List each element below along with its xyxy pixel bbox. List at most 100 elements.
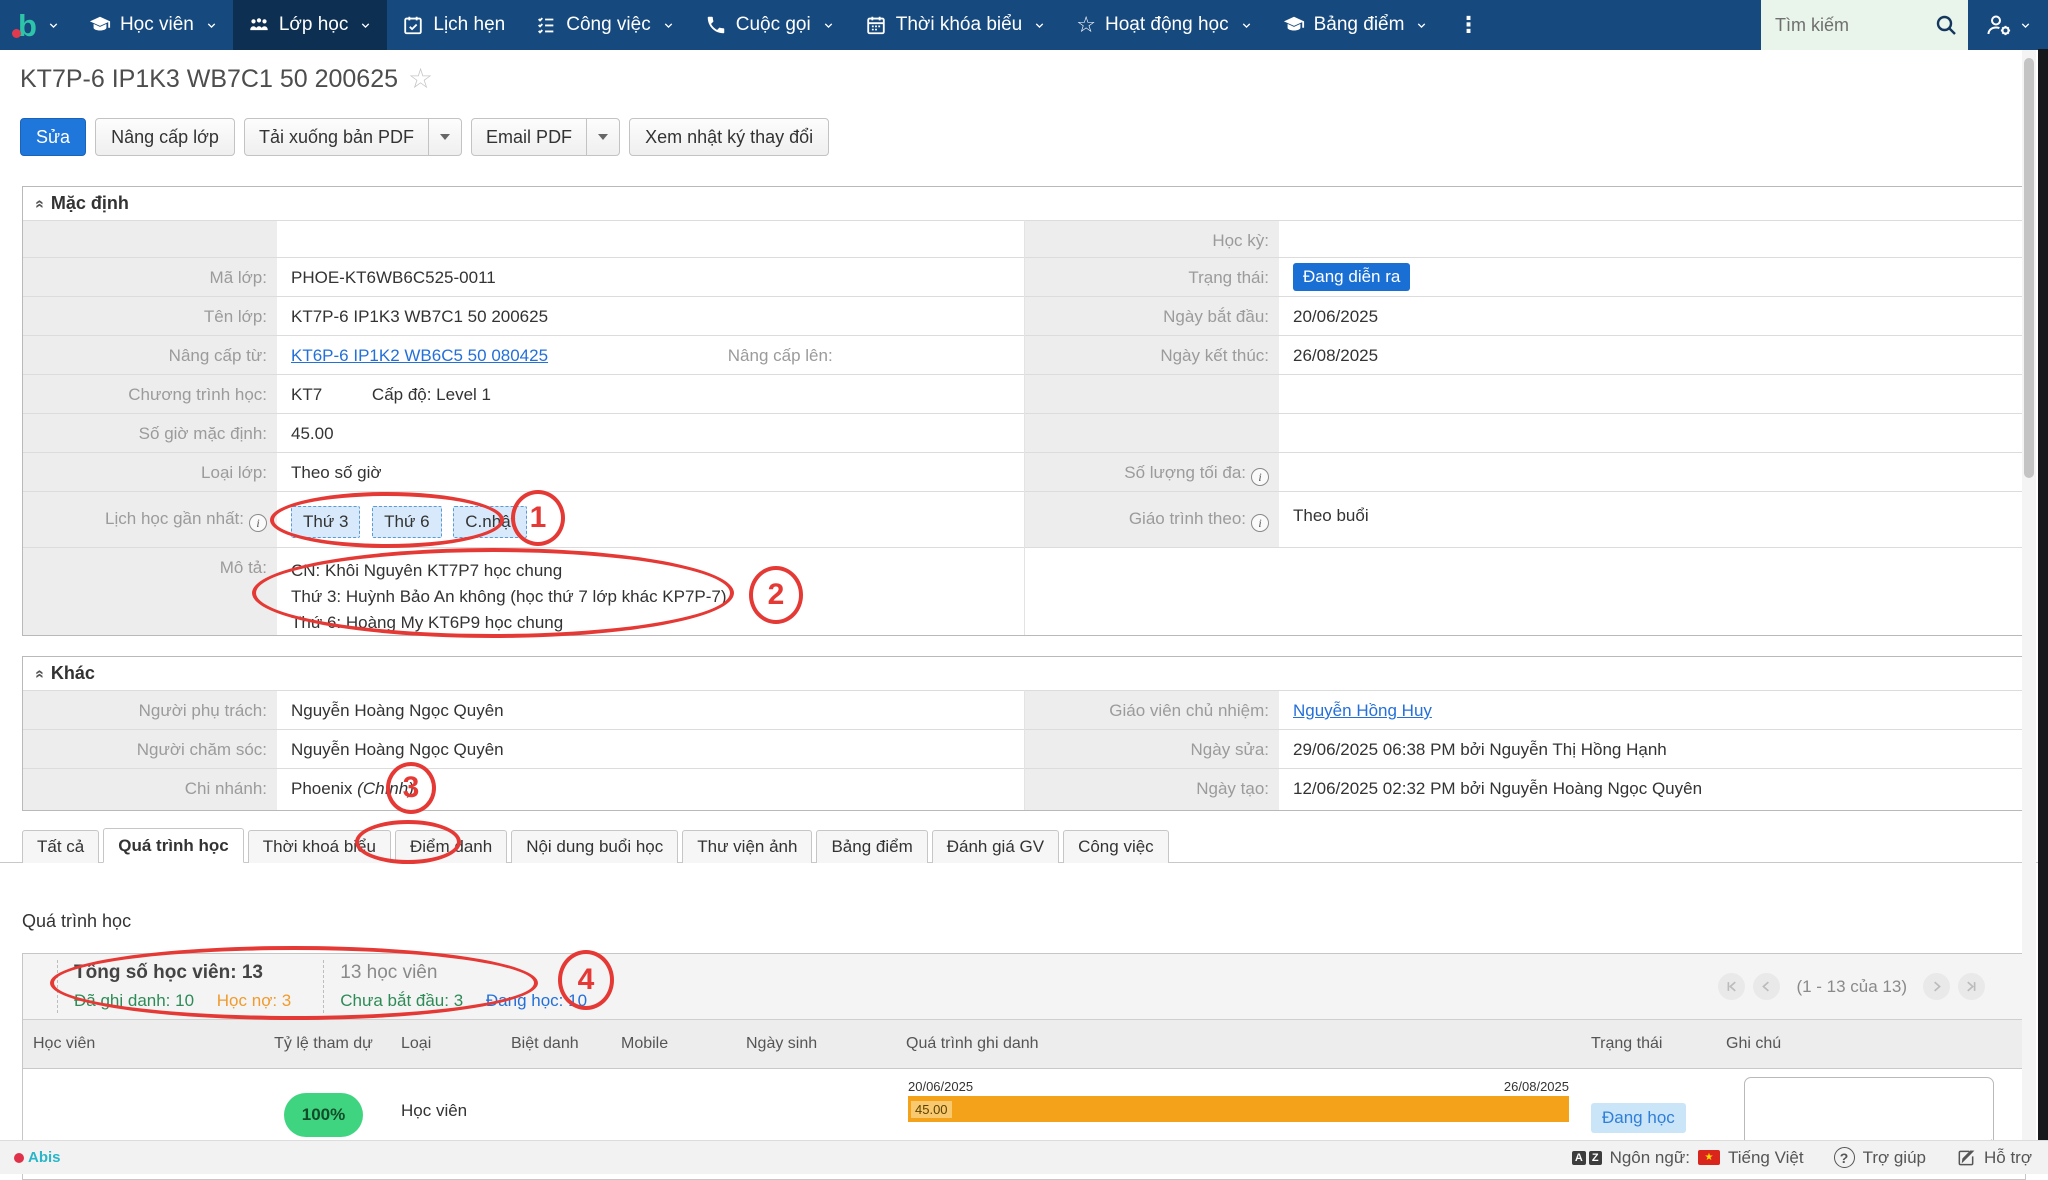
language-icon: Z <box>1589 1151 1602 1165</box>
field-row-max-qty: Số lượng tối đa: <box>1025 452 2025 491</box>
homeroom-teacher-link[interactable]: Nguyễn Hồng Huy <box>1293 701 1432 720</box>
download-pdf-split-button: Tải xuống bản PDF <box>244 118 462 156</box>
field-label: Ngày bắt đầu: <box>1025 297 1279 335</box>
footer-brand[interactable]: Abis <box>14 1149 61 1166</box>
app-logo[interactable]: b <box>0 0 74 50</box>
field-row-manager: Người phụ trách: Nguyễn Hoàng Ngọc Quyên <box>23 690 1024 729</box>
change-log-button[interactable]: Xem nhật ký thay đổi <box>629 118 829 156</box>
field-label: Giáo trình theo: <box>1025 492 1279 547</box>
schedule-day-badge: C.nhật <box>453 506 527 538</box>
scrollbar-thumb[interactable] <box>2024 58 2034 478</box>
tab-all[interactable]: Tất cả <box>22 830 99 863</box>
field-label: Giáo viên chủ nhiệm: <box>1025 691 1279 729</box>
schedule-day-badge: Thứ 6 <box>372 506 441 538</box>
edit-button[interactable]: Sửa <box>20 118 86 156</box>
prev-page-button[interactable] <box>1753 973 1780 1000</box>
first-page-button[interactable] <box>1718 973 1745 1000</box>
nav-item-classes[interactable]: Lớp học <box>233 0 388 50</box>
field-label: Ngày kết thúc: <box>1025 336 1279 374</box>
table-header-row: Học viên Tỷ lệ tham dự Loại Biệt danh Mo… <box>23 1019 2025 1069</box>
search-input[interactable] <box>1775 15 1934 36</box>
vertical-scrollbar[interactable] <box>2022 50 2036 1140</box>
field-label: Trạng thái: <box>1025 258 1279 296</box>
nav-item-students[interactable]: Học viên <box>74 0 233 50</box>
support-link[interactable]: Hỗ trợ <box>1956 1148 2032 1168</box>
status-badge: Đang diễn ra <box>1293 263 1410 291</box>
col-header-note: Ghi chú <box>1716 1020 2025 1068</box>
field-value: KT7 Cấp độ: Level 1 <box>277 375 1024 413</box>
nav-label: Lịch hẹn <box>433 14 505 36</box>
chevron-down-icon <box>662 19 675 32</box>
nav-item-activities[interactable]: ☆ Hoạt động học <box>1061 0 1267 50</box>
email-pdf-button[interactable]: Email PDF <box>472 119 586 155</box>
upgrade-class-button[interactable]: Nâng cấp lớp <box>95 118 235 156</box>
enrolled-hours-label: 45.00 <box>911 1101 952 1118</box>
student-status-badge: Đang học <box>1591 1103 1686 1133</box>
support-label: Hỗ trợ <box>1984 1148 2032 1168</box>
branch-suffix: (Chính) <box>357 779 414 798</box>
pagination-range: (1 - 13 của 13) <box>1796 977 1907 997</box>
last-page-button[interactable] <box>1958 973 1985 1000</box>
chevron-down-icon <box>1240 19 1253 32</box>
graduation-cap-icon <box>89 14 111 36</box>
tab-teacher-review[interactable]: Đánh giá GV <box>932 830 1059 863</box>
calendar-icon <box>865 14 887 36</box>
field-row-created: Ngày tạo: 12/06/2025 02:32 PM bởi Nguyễn… <box>1025 768 2025 810</box>
tab-attendance[interactable]: Điểm danh <box>395 830 507 863</box>
attendance-badge: 100% <box>284 1093 363 1137</box>
field-value: Thứ 3 Thứ 6 C.nhật <box>277 492 1024 547</box>
tab-lesson-content[interactable]: Nội dung buổi học <box>511 830 678 863</box>
tab-tasks[interactable]: Công việc <box>1063 830 1169 863</box>
tab-gradebook[interactable]: Bảng điểm <box>816 830 927 863</box>
collapse-icon <box>31 669 47 678</box>
note-input[interactable] <box>1744 1077 1994 1149</box>
brand-mark-icon <box>14 1153 24 1163</box>
nav-item-gradebook[interactable]: Bảng điểm <box>1268 0 1444 50</box>
field-label: Số lượng tối đa: <box>1025 453 1279 491</box>
field-row-upgraded-from: Nâng cấp từ: KT6P-6 IP1K2 WB6C5 50 08042… <box>23 335 1024 374</box>
section-default-header[interactable]: Mặc định <box>23 187 2025 220</box>
search-icon[interactable] <box>1934 13 1958 37</box>
email-pdf-split-button: Email PDF <box>471 118 620 156</box>
nav-label: Học viên <box>120 14 194 36</box>
more-menu-icon[interactable]: ⋮ <box>1443 0 1493 50</box>
tab-timetable[interactable]: Thời khoá biểu <box>248 830 391 863</box>
description-line: Thứ 3: Huỳnh Bảo An không (học thứ 7 lớp… <box>291 584 1010 610</box>
field-label: Chi nhánh: <box>23 769 277 810</box>
account-menu[interactable] <box>1968 0 2048 50</box>
section-other-header[interactable]: Khác <box>23 657 2025 690</box>
field-label: Nâng cấp từ: <box>23 336 277 374</box>
field-value: Đang diễn ra <box>1279 258 2025 296</box>
info-icon[interactable] <box>1251 468 1269 486</box>
other-right-column: Giáo viên chủ nhiệm: Nguyễn Hồng Huy Ngà… <box>1024 690 2025 810</box>
chevron-down-icon <box>359 19 372 32</box>
next-page-button[interactable] <box>1923 973 1950 1000</box>
field-row-status: Trạng thái: Đang diễn ra <box>1025 257 2025 296</box>
info-icon[interactable] <box>249 514 267 532</box>
caret-down-icon <box>440 134 450 140</box>
field-row-homeroom: Giáo viên chủ nhiệm: Nguyễn Hồng Huy <box>1025 690 2025 729</box>
section-other: Khác Người phụ trách: Nguyễn Hoàng Ngọc … <box>22 656 2026 811</box>
help-link[interactable]: Trợ giúp <box>1834 1147 1926 1168</box>
favorite-star-icon[interactable]: ☆ <box>408 65 433 93</box>
col-header-attendance: Tỷ lệ tham dự <box>256 1020 391 1068</box>
nav-item-appointments[interactable]: Lịch hẹn <box>387 0 520 50</box>
tab-photo-library[interactable]: Thư viện ảnh <box>682 830 812 863</box>
field-label: Loại lớp: <box>23 453 277 491</box>
brand-logo-icon: b <box>18 10 37 41</box>
schedule-day-badge: Thứ 3 <box>291 506 360 538</box>
tab-learning-progress[interactable]: Quá trình học <box>103 828 244 863</box>
nav-item-tasks[interactable]: Công việc <box>520 0 690 50</box>
star-icon: ☆ <box>1076 14 1096 36</box>
download-pdf-button[interactable]: Tải xuống bản PDF <box>245 119 428 155</box>
download-pdf-dropdown[interactable] <box>428 119 461 155</box>
language-switcher[interactable]: A Z Ngôn ngữ: Tiếng Việt <box>1572 1148 1804 1168</box>
info-icon[interactable] <box>1251 514 1269 532</box>
col-header-nickname: Biệt danh <box>501 1020 611 1068</box>
upgraded-from-link[interactable]: KT6P-6 IP1K2 WB6C5 50 080425 <box>291 346 548 365</box>
email-pdf-dropdown[interactable] <box>586 119 619 155</box>
field-row-description: Mô tả: CN: Khôi Nguyên KT7P7 học chung T… <box>23 547 1024 635</box>
default-right-column: Học kỳ: Trạng thái: Đang diễn ra Ngày bắ… <box>1024 220 2025 635</box>
nav-item-timetable[interactable]: Thời khóa biểu <box>850 0 1062 50</box>
nav-item-calls[interactable]: Cuộc gọi <box>690 0 850 50</box>
